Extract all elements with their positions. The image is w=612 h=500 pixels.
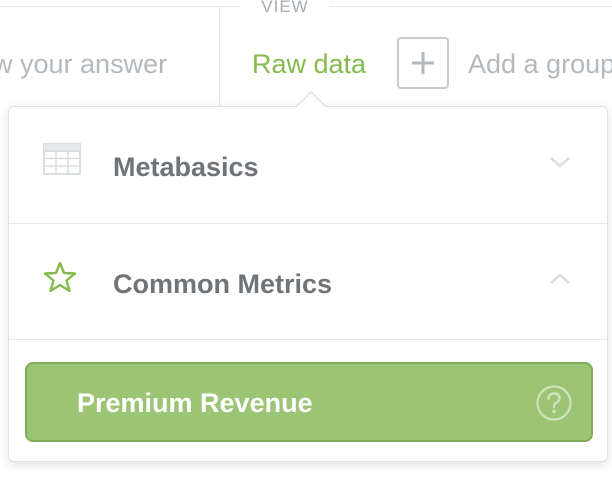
chevron-up-icon: [549, 272, 571, 291]
add-group-button[interactable]: [397, 37, 449, 89]
query-builder: VIEW ow your answer Raw data Add a group: [0, 0, 612, 500]
section-label: Metabasics: [113, 152, 259, 182]
show-answer-link[interactable]: ow your answer: [0, 47, 167, 81]
metric-label: Premium Revenue: [77, 388, 313, 418]
help-icon[interactable]: [535, 384, 573, 427]
star-icon: [43, 260, 77, 299]
popover-caret: [296, 93, 326, 108]
section-common-metrics[interactable]: Common Metrics: [9, 223, 607, 340]
view-label: VIEW: [261, 0, 309, 16]
section-metabasics[interactable]: Metabasics: [9, 107, 607, 223]
metrics-popover: Metabasics Common Metrics Premium Revenu…: [8, 106, 608, 462]
view-rule: [0, 6, 240, 7]
table-icon: [43, 143, 81, 180]
view-rule: [330, 6, 612, 7]
metrics-list: Premium Revenue: [9, 339, 607, 462]
raw-data-selector[interactable]: Raw data: [252, 47, 366, 81]
metric-item-premium-revenue[interactable]: Premium Revenue: [25, 362, 593, 442]
toolbar-divider: [219, 6, 220, 106]
chevron-down-icon: [549, 155, 571, 174]
add-group-label[interactable]: Add a group: [468, 47, 612, 81]
plus-icon: [412, 52, 434, 74]
section-label: Common Metrics: [113, 269, 333, 299]
